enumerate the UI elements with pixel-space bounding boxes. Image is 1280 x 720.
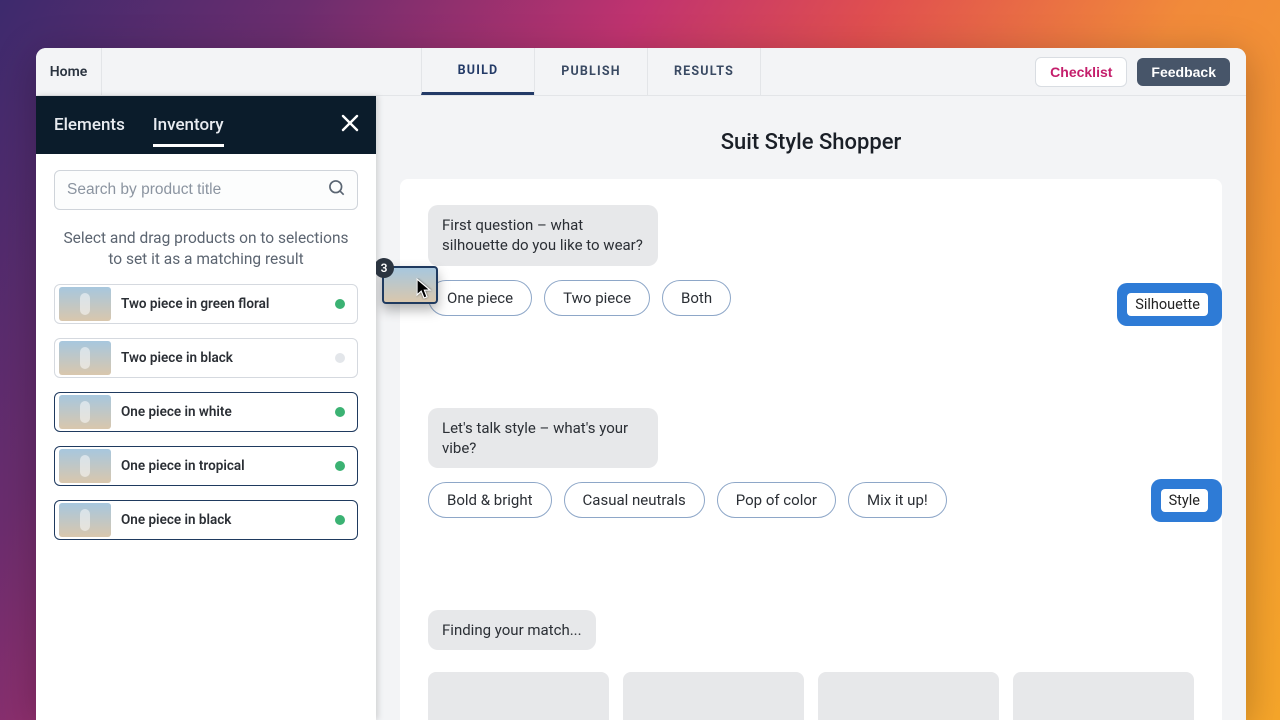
option-pill[interactable]: Both (662, 280, 731, 316)
option-pill[interactable]: Two piece (544, 280, 650, 316)
search-input[interactable] (55, 181, 357, 199)
product-thumb (59, 503, 111, 537)
status-bubble: Finding your match... (428, 610, 596, 650)
product-item[interactable]: One piece in black (54, 500, 358, 540)
tab-results[interactable]: RESULTS (647, 48, 761, 95)
product-title: One piece in black (121, 512, 325, 528)
product-list: Two piece in green floral Two piece in b… (36, 284, 376, 556)
sidebar-hint: Select and drag products on to selection… (36, 218, 376, 284)
product-title: One piece in white (121, 404, 325, 420)
status-dot (335, 515, 345, 525)
product-thumb (59, 449, 111, 483)
status-dot (335, 299, 345, 309)
option-pill[interactable]: Mix it up! (848, 482, 947, 518)
topbar: Home BUILD PUBLISH RESULTS Checklist Fee… (36, 48, 1246, 96)
status-dot (335, 407, 345, 417)
sidebar: Elements Inventory Select and drag produ… (36, 96, 376, 720)
main-tabs: BUILD PUBLISH RESULTS (422, 48, 761, 95)
quiz-card: First question – what silhouette do you … (400, 179, 1222, 720)
product-title: Two piece in black (121, 350, 325, 366)
close-icon[interactable] (338, 111, 362, 139)
product-item[interactable]: Two piece in green floral (54, 284, 358, 324)
question-prompt: Let's talk style – what's your vibe? (428, 408, 658, 469)
product-title: One piece in tropical (121, 458, 325, 474)
attribute-tag[interactable]: Silhouette (1117, 283, 1222, 326)
cursor-icon (416, 278, 434, 304)
result-slot[interactable] (428, 672, 609, 720)
canvas: Suit Style Shopper First question – what… (376, 96, 1246, 720)
attribute-tag[interactable]: Style (1151, 479, 1222, 522)
question-prompt: First question – what silhouette do you … (428, 205, 658, 266)
search-icon (327, 178, 347, 202)
product-item[interactable]: One piece in tropical (54, 446, 358, 486)
app-window: Home BUILD PUBLISH RESULTS Checklist Fee… (36, 48, 1246, 720)
topbar-actions: Checklist Feedback (1019, 48, 1246, 95)
option-pill[interactable]: Casual neutrals (564, 482, 705, 518)
product-item[interactable]: Two piece in black (54, 338, 358, 378)
option-pill[interactable]: Bold & bright (428, 482, 552, 518)
product-item[interactable]: One piece in white (54, 392, 358, 432)
home-button[interactable]: Home (36, 48, 102, 95)
search-input-wrap (54, 170, 358, 210)
status-dot (335, 353, 345, 363)
product-thumb (59, 395, 111, 429)
sidebar-tab-elements[interactable]: Elements (54, 109, 125, 141)
sidebar-tab-inventory[interactable]: Inventory (153, 109, 224, 141)
checklist-button[interactable]: Checklist (1035, 57, 1127, 87)
option-row: One piece Two piece Both (428, 280, 1194, 316)
result-grid (428, 672, 1194, 720)
product-thumb (59, 287, 111, 321)
option-pill[interactable]: One piece (428, 280, 532, 316)
attribute-chip: Silhouette (1127, 293, 1208, 316)
result-slot[interactable] (1013, 672, 1194, 720)
feedback-button[interactable]: Feedback (1137, 58, 1230, 86)
option-row: Bold & bright Casual neutrals Pop of col… (428, 482, 1194, 518)
result-slot[interactable] (623, 672, 804, 720)
result-slot[interactable] (818, 672, 999, 720)
body: Elements Inventory Select and drag produ… (36, 96, 1246, 720)
status-dot (335, 461, 345, 471)
option-pill[interactable]: Pop of color (717, 482, 836, 518)
drag-ghost: 3 (382, 266, 438, 304)
product-title: Two piece in green floral (121, 296, 325, 312)
sidebar-tabs: Elements Inventory (36, 96, 376, 154)
drag-count-badge: 3 (376, 258, 394, 278)
product-thumb (59, 341, 111, 375)
tab-publish[interactable]: PUBLISH (534, 48, 648, 95)
page-title: Suit Style Shopper (400, 130, 1222, 155)
attribute-chip: Style (1161, 489, 1208, 512)
tab-build[interactable]: BUILD (421, 48, 535, 95)
